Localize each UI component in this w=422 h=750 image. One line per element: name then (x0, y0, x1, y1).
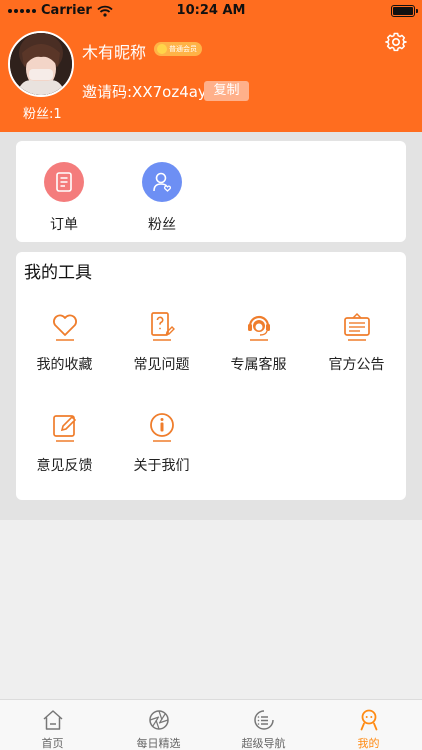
tab-super-nav[interactable]: 超级导航 (211, 700, 316, 750)
tab-label: 首页 (41, 737, 64, 750)
tab-daily-picks[interactable]: 每日精选 (106, 700, 211, 750)
mine-icon (360, 709, 378, 731)
quick-link-orders[interactable]: 订单 (34, 214, 94, 234)
member-badge-icon (157, 44, 167, 54)
feedback-icon (53, 415, 77, 442)
faq-icon (151, 312, 175, 341)
tool-label: 常见问题 (133, 357, 190, 373)
tab-mine[interactable]: 我的 (316, 700, 421, 750)
order-icon[interactable] (44, 162, 84, 202)
tab-label: 我的 (357, 737, 380, 750)
tab-bar: 首页 每日精选 超级导航 我的 (0, 699, 422, 750)
tab-label: 每日精选 (136, 737, 181, 750)
copy-invite-button[interactable]: 复制 (204, 81, 249, 101)
tool-about[interactable]: 关于我们 (113, 411, 210, 491)
aperture-icon (149, 710, 169, 730)
settings-gear-icon[interactable] (385, 31, 407, 53)
avatar[interactable] (8, 31, 74, 97)
battery-icon (391, 5, 418, 17)
fans-icon[interactable] (142, 162, 182, 202)
tool-label: 官方公告 (328, 357, 385, 373)
tool-feedback[interactable]: 意见反馈 (16, 411, 113, 491)
customer-service-icon (248, 315, 270, 341)
tab-label: 超级导航 (241, 737, 286, 750)
tool-label: 我的收藏 (36, 357, 93, 373)
status-time: 10:24 AM (176, 3, 246, 18)
home-icon (43, 710, 63, 730)
announcement-icon (344, 312, 370, 341)
status-bar: Carrier 10:24 AM (0, 0, 422, 22)
tool-label: 关于我们 (133, 458, 190, 474)
tool-favorites[interactable]: 我的收藏 (16, 310, 113, 390)
member-level-label: 普通会员 (169, 45, 197, 53)
quick-link-fans[interactable]: 粉丝 (132, 214, 192, 234)
fans-count[interactable]: 粉丝:1 (23, 103, 62, 122)
tool-faq[interactable]: 常见问题 (113, 310, 210, 390)
tool-label: 意见反馈 (36, 458, 93, 474)
tools-section-title: 我的工具 (24, 263, 92, 283)
info-icon (150, 413, 174, 442)
username: 木有昵称 (82, 43, 147, 62)
tool-customer-service[interactable]: 专属客服 (210, 310, 307, 390)
heart-icon (53, 314, 77, 341)
member-level-badge: 普通会员 (154, 42, 202, 56)
tool-label: 专属客服 (230, 357, 287, 373)
invite-code: 邀请码:XX7oz4ay (82, 83, 207, 101)
tool-announcements[interactable]: 官方公告 (308, 310, 405, 390)
list-icon (254, 710, 274, 730)
tab-home[interactable]: 首页 (0, 700, 105, 750)
